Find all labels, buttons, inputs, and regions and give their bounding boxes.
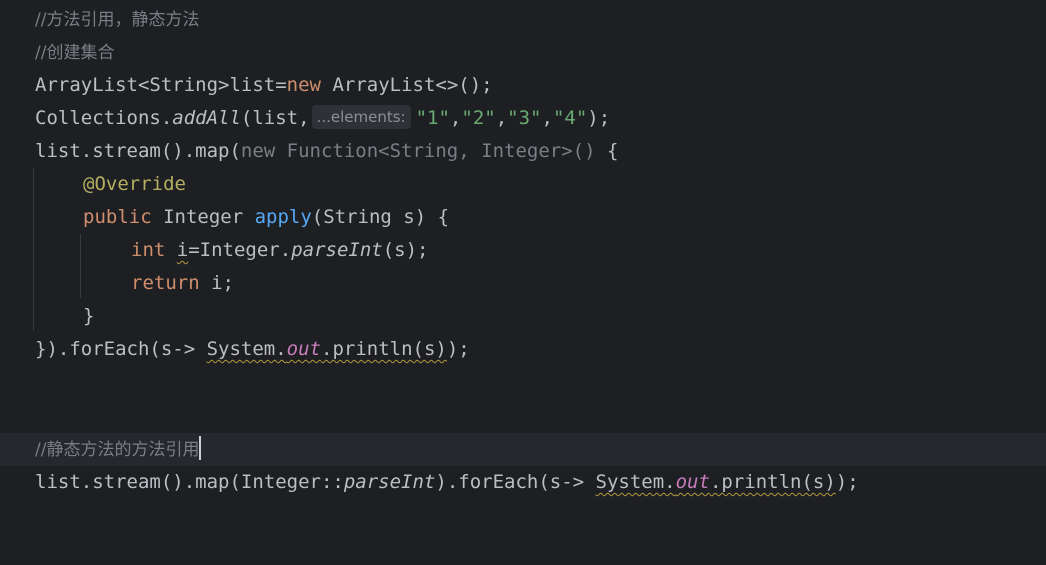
code-token: (list, (240, 107, 310, 129)
code-token: Collections. (35, 107, 173, 129)
code-line-3[interactable]: ArrayList<String>list=new ArrayList<>(); (0, 69, 1046, 102)
code-token: ); (587, 107, 611, 129)
code-token: list.stream().map( (35, 140, 241, 162)
static-field-out: out (675, 471, 710, 493)
method-declaration-apply: apply (254, 206, 312, 228)
variable-i-warning[interactable]: i (177, 239, 188, 261)
static-field-out: out (286, 338, 321, 360)
comment: //创建集合 (35, 43, 115, 63)
keyword-return: return (131, 272, 200, 294)
string-literal: "3" (507, 107, 542, 129)
parameter-hint: ...elements: (311, 105, 411, 129)
static-method-addAll: addAll (172, 107, 241, 129)
code-line-11[interactable]: }).forEach(s-> System.out.println(s)); (0, 333, 1046, 366)
code-token: ArrayList<>(); (321, 74, 493, 96)
code-token: list.stream().map(Integer:: (35, 471, 344, 493)
code-line-5[interactable]: list.stream().map(new Function<String, I… (0, 135, 1046, 168)
indent-guide (80, 234, 81, 298)
system-out-println-warning[interactable]: System.out.println(s) (207, 338, 447, 360)
code-token: } (83, 305, 95, 327)
code-editor[interactable]: //方法引用，静态方法 //创建集合 ArrayList<String>list… (0, 0, 1046, 528)
code-line-6[interactable]: @Override (0, 168, 1046, 201)
code-token: i; (199, 272, 234, 294)
keyword-public: public (83, 206, 152, 228)
code-token: System. (206, 338, 287, 360)
code-token: , (495, 107, 508, 129)
system-out-println-warning[interactable]: System.out.println(s) (596, 471, 836, 493)
code-token: }).forEach(s-> (35, 338, 207, 360)
static-method-parseInt: parseInt (291, 239, 383, 261)
code-token: .println(s) (321, 338, 447, 360)
comment: //方法引用，静态方法 (35, 10, 200, 30)
code-token: ); (446, 338, 470, 360)
keyword-new: new (286, 74, 321, 96)
code-line-1[interactable]: //方法引用，静态方法 (0, 3, 1046, 36)
annotation-override: @Override (83, 173, 186, 195)
code-token: .println(s) (709, 471, 836, 493)
string-literal: "1" (415, 107, 450, 129)
code-token: ArrayList<String>list= (35, 74, 287, 96)
code-line-4[interactable]: Collections.addAll(list, ...elements: "1",… (0, 102, 1046, 135)
code-token: ).forEach(s-> (435, 471, 596, 493)
keyword-int: int (131, 239, 166, 261)
code-token: (String s) { (311, 206, 450, 228)
code-token: (s); (382, 239, 429, 261)
code-token: =Integer. (188, 239, 292, 261)
indent-guide (33, 168, 34, 331)
code-line-7[interactable]: public Integer apply(String s) { (0, 201, 1046, 234)
folded-anonymous-class[interactable]: new Function<String, Integer>() (241, 140, 596, 162)
static-method-parseInt: parseInt (343, 471, 436, 493)
code-token: , (541, 107, 553, 129)
code-token: Integer (151, 206, 255, 228)
code-token: , (449, 107, 462, 129)
code-token: ); (835, 471, 859, 493)
string-literal: "4" (552, 107, 588, 129)
code-line-8[interactable]: int i=Integer.parseInt(s); (0, 234, 1046, 267)
code-line-10[interactable]: } (0, 300, 1046, 333)
code-token: { (595, 140, 619, 162)
comment: //静态方法的方法引用 (35, 440, 200, 460)
text-caret (199, 436, 202, 460)
code-line-13[interactable]: list.stream().map(Integer::parseInt).for… (0, 466, 1046, 499)
string-literal: "2" (461, 107, 496, 129)
code-line-2[interactable]: //创建集合 (0, 36, 1046, 69)
code-line-9[interactable]: return i; (0, 267, 1046, 300)
code-line-12-current[interactable]: //静态方法的方法引用 (0, 433, 1046, 466)
code-token: System. (595, 471, 676, 493)
